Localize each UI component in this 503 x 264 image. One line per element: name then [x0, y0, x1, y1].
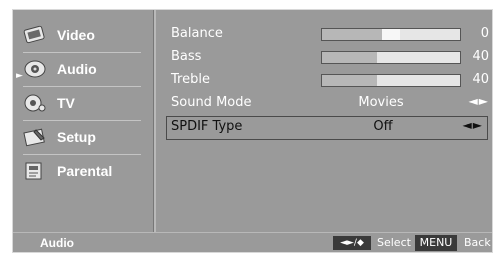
sidebar-item-tv[interactable]: TV — [21, 88, 146, 118]
sidebar-divider — [23, 86, 141, 87]
setup-icon — [21, 125, 49, 149]
setting-value: 0 — [480, 26, 489, 41]
sidebar-item-video[interactable]: Video — [21, 20, 146, 50]
setting-label: SPDIF Type — [171, 119, 243, 134]
sidebar-item-label: Video — [57, 27, 95, 43]
setting-row-sound-mode[interactable]: Sound Mode Movies ◄► — [171, 93, 489, 115]
panel-divider — [153, 10, 156, 234]
video-icon — [21, 23, 49, 47]
setting-row-treble[interactable]: Treble 40 — [171, 70, 489, 92]
nav-key-icon: ◄►/◆ — [333, 236, 371, 250]
sidebar-divider — [23, 154, 141, 155]
setting-row-spdif-type[interactable]: SPDIF Type Off ◄► — [166, 116, 488, 140]
audio-menu-panel: Video ► Audio TV Setup Parental Balance … — [12, 9, 493, 253]
tv-icon — [21, 91, 49, 115]
setting-value: 40 — [472, 72, 489, 87]
sidebar-item-label: Audio — [57, 61, 97, 77]
slider-knob[interactable] — [382, 29, 400, 40]
footer-title: Audio — [40, 236, 74, 250]
setting-label: Balance — [171, 26, 223, 41]
sidebar-item-label: TV — [57, 95, 75, 111]
back-hint: Back — [464, 236, 491, 249]
parental-icon — [21, 159, 49, 183]
slider-fill — [322, 75, 378, 86]
left-right-arrows-icon[interactable]: ◄► — [469, 94, 489, 108]
left-right-arrows-icon[interactable]: ◄► — [463, 118, 483, 132]
setting-row-bass[interactable]: Bass 40 — [171, 47, 489, 69]
sidebar-item-audio[interactable]: Audio — [21, 54, 146, 84]
setting-value: Off — [373, 119, 393, 134]
setting-label: Treble — [171, 72, 210, 87]
sidebar-item-label: Parental — [57, 163, 113, 179]
sidebar-divider — [23, 52, 141, 53]
slider-fill — [322, 52, 378, 63]
menu-key[interactable]: MENU — [415, 235, 457, 251]
select-hint: Select — [377, 236, 411, 249]
sidebar-item-setup[interactable]: Setup — [21, 122, 146, 152]
setting-label: Sound Mode — [171, 95, 252, 110]
audio-icon — [21, 57, 49, 81]
sidebar-item-label: Setup — [57, 129, 96, 145]
category-sidebar: Video ► Audio TV Setup Parental — [13, 10, 153, 234]
setting-label: Bass — [171, 49, 202, 64]
footer-bar: Audio ◄►/◆ Select MENU Back — [13, 232, 492, 252]
sidebar-item-parental[interactable]: Parental — [21, 156, 146, 186]
bass-slider[interactable] — [321, 51, 461, 64]
setting-value: Movies — [358, 95, 404, 110]
balance-slider[interactable] — [321, 28, 461, 41]
treble-slider[interactable] — [321, 74, 461, 87]
sidebar-divider — [23, 120, 141, 121]
setting-row-balance[interactable]: Balance 0 — [171, 24, 489, 46]
setting-value: 40 — [472, 49, 489, 64]
slider-fill — [322, 29, 382, 40]
